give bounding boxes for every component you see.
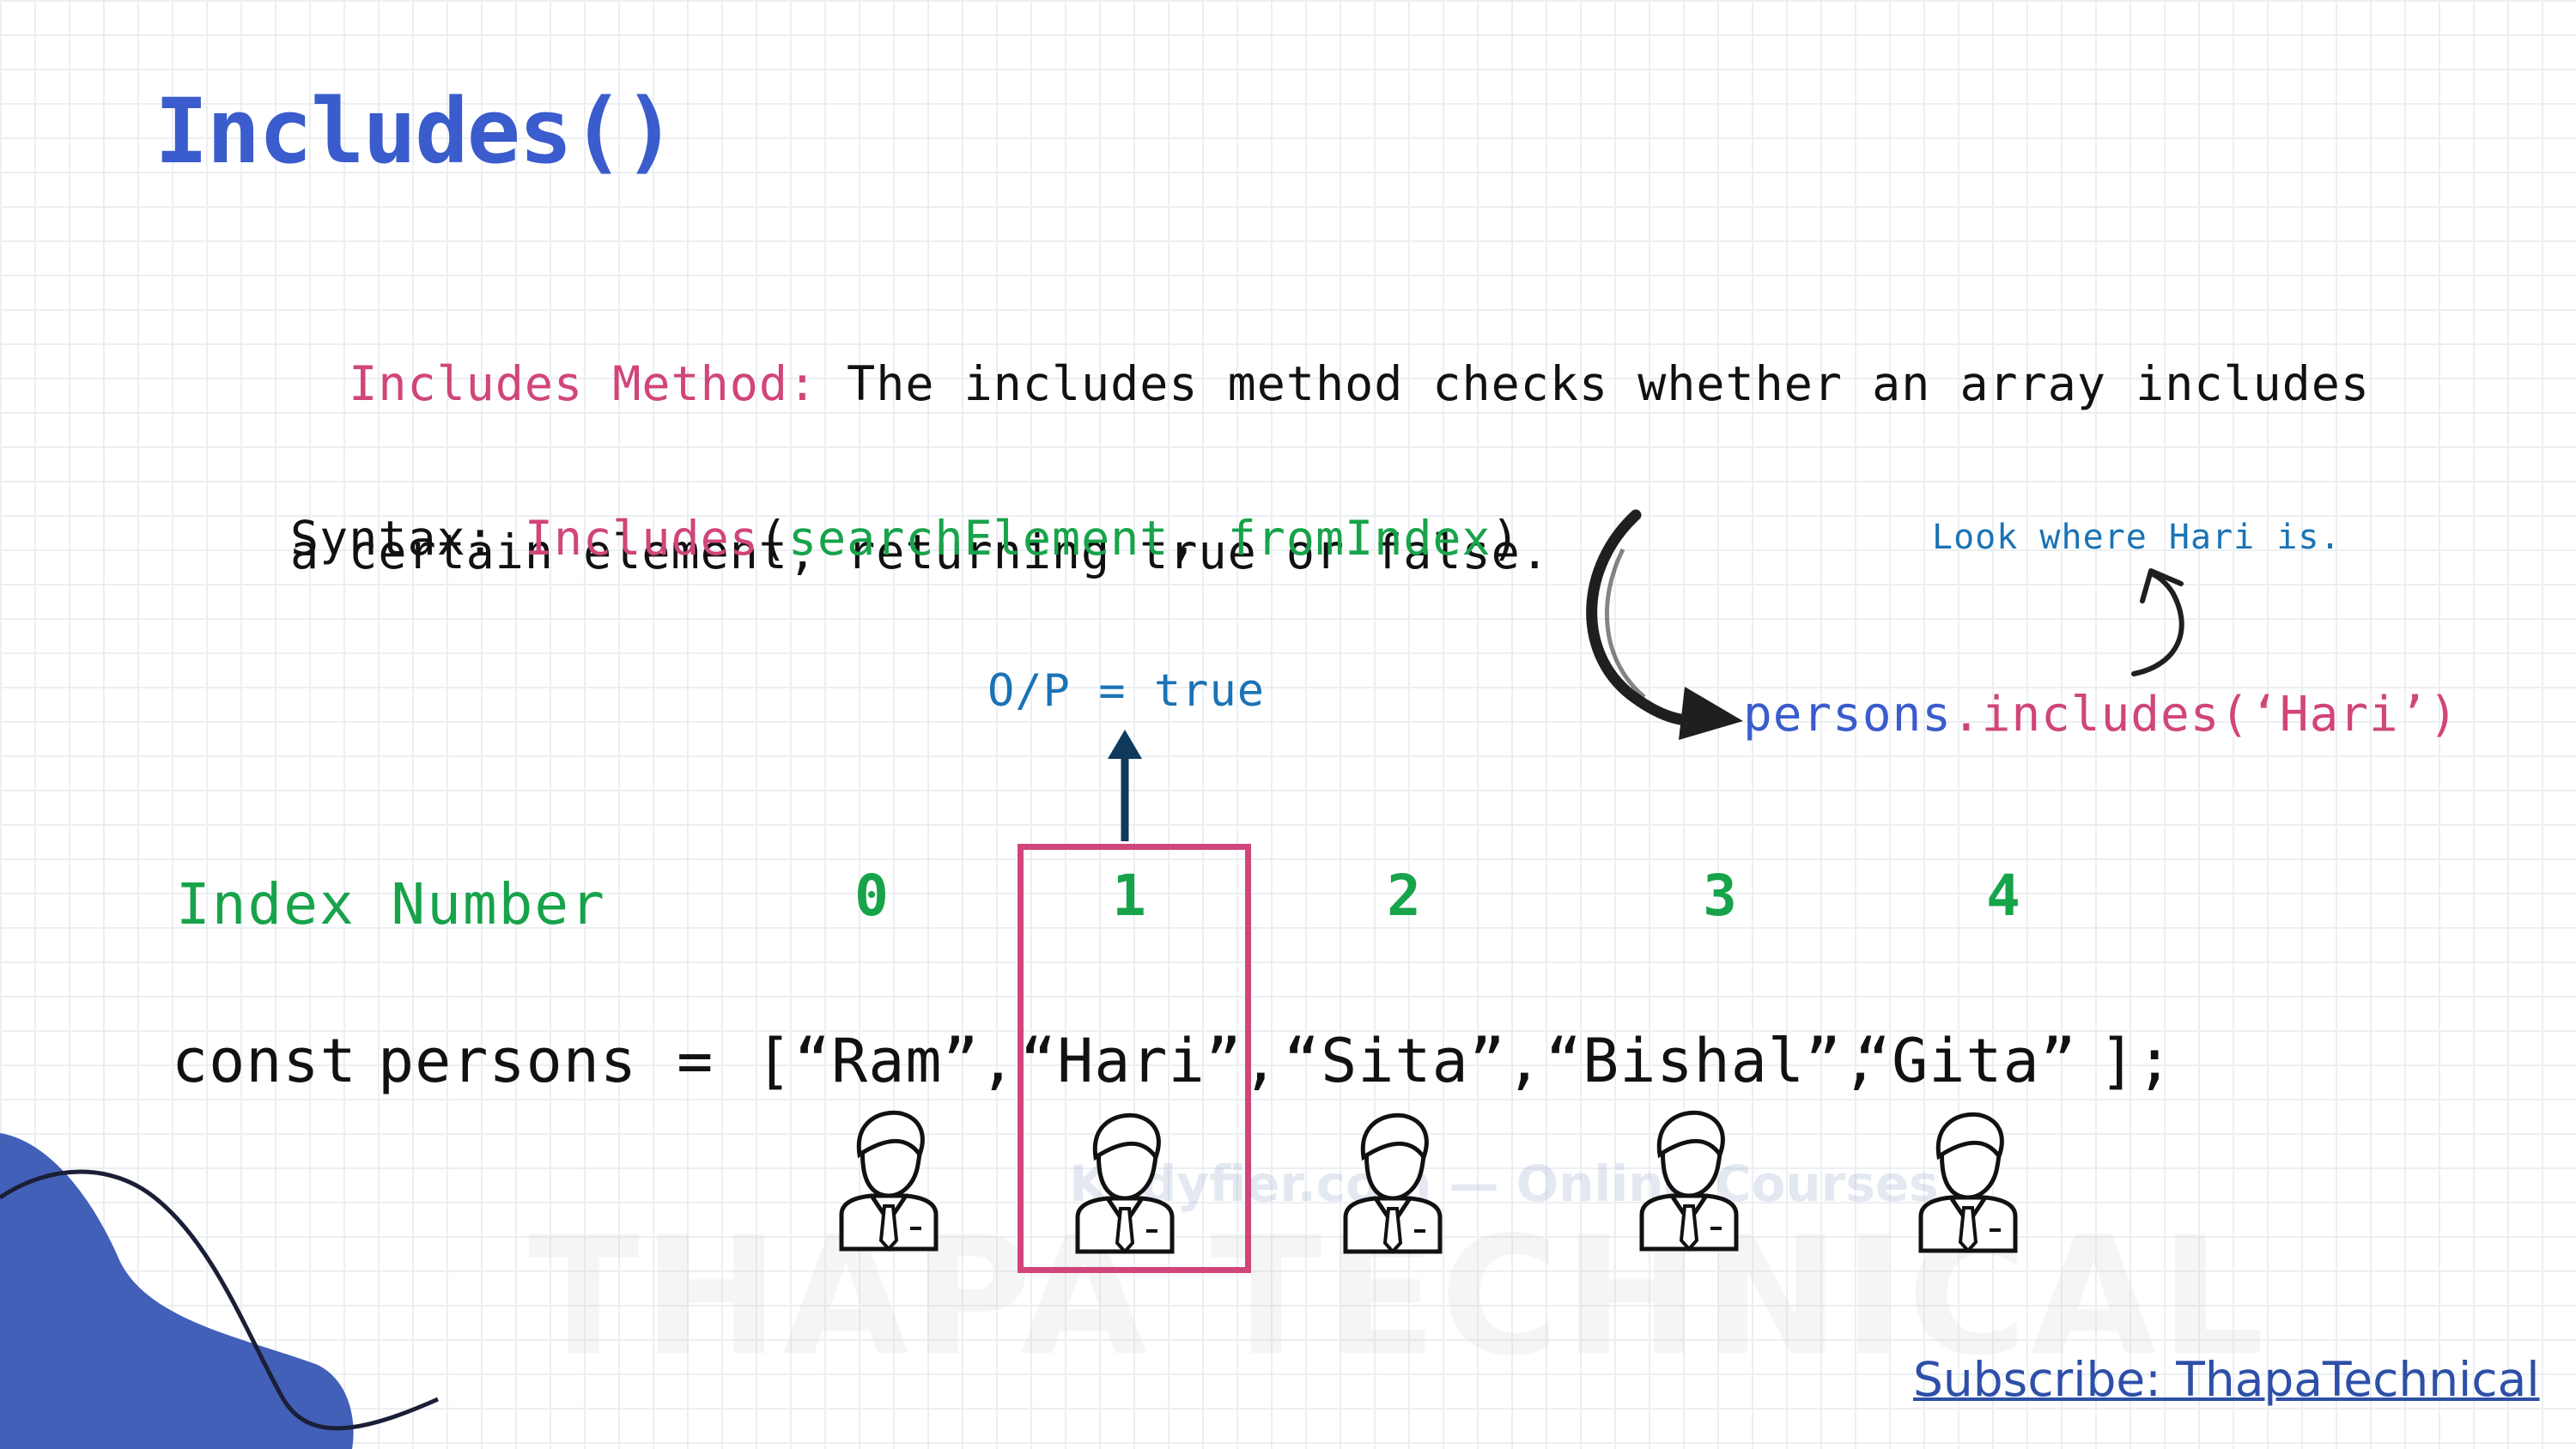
person-icons-layer [0,0,2576,1449]
subscribe-link[interactable]: Subscribe: ThapaTechnical [1913,1352,2540,1407]
person-icon-ram [841,1113,936,1249]
person-icon-gita [1921,1114,2015,1251]
person-icon-bishal [1642,1113,1736,1249]
person-icon-sita [1346,1115,1440,1252]
person-icon-hari [1078,1115,1172,1252]
